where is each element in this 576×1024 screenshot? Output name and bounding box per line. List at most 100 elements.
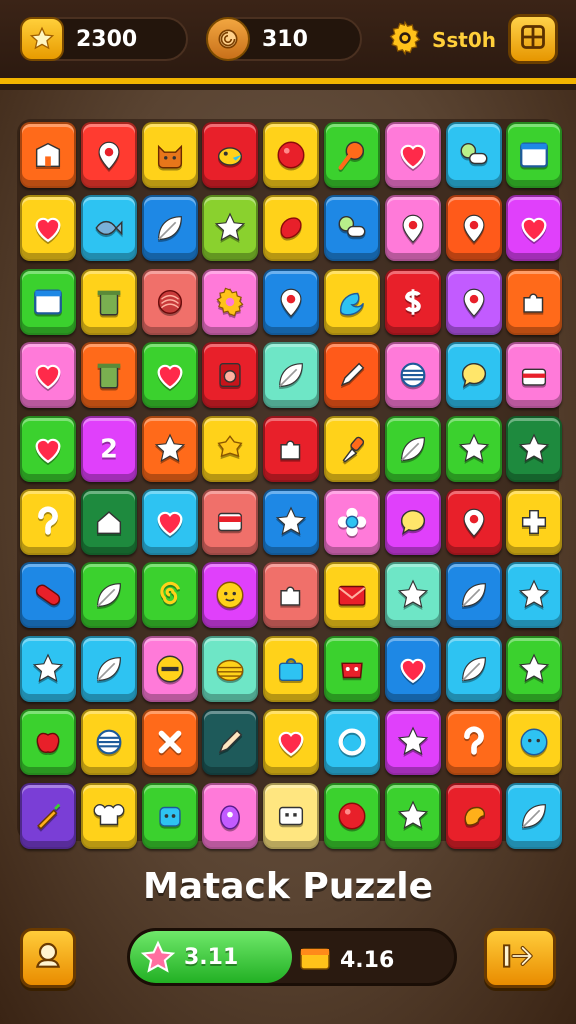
tile[interactable] — [263, 415, 320, 482]
tile[interactable] — [20, 268, 76, 335]
tile[interactable] — [445, 195, 502, 262]
tile[interactable] — [202, 342, 259, 409]
profile-button[interactable] — [20, 928, 76, 988]
tile[interactable] — [202, 782, 259, 849]
tile[interactable] — [445, 782, 502, 849]
timer-value: 4.16 — [340, 947, 395, 973]
tile[interactable] — [20, 342, 76, 409]
tile[interactable] — [263, 122, 320, 188]
tile[interactable] — [141, 415, 198, 482]
tile[interactable] — [506, 782, 563, 849]
tile[interactable] — [80, 488, 137, 555]
tile[interactable] — [384, 488, 441, 555]
tile[interactable] — [80, 342, 137, 409]
tile[interactable] — [323, 635, 380, 702]
tile[interactable] — [141, 709, 198, 776]
tile[interactable] — [80, 268, 137, 335]
tile[interactable] — [263, 782, 320, 849]
bag-icon — [274, 652, 308, 686]
tile[interactable] — [202, 709, 259, 776]
tile[interactable] — [445, 415, 502, 482]
tile[interactable] — [202, 268, 259, 335]
tile[interactable] — [384, 342, 441, 409]
tile[interactable] — [263, 635, 320, 702]
tile[interactable] — [80, 782, 137, 849]
tile[interactable] — [384, 415, 441, 482]
tile[interactable] — [506, 195, 563, 262]
tile[interactable] — [80, 635, 137, 702]
tile[interactable] — [141, 635, 198, 702]
dollar-icon — [396, 285, 430, 319]
tile[interactable] — [141, 488, 198, 555]
tile[interactable] — [20, 488, 76, 555]
tile[interactable] — [141, 342, 198, 409]
tile[interactable] — [323, 342, 380, 409]
tile[interactable] — [263, 342, 320, 409]
tile[interactable] — [384, 782, 441, 849]
tile[interactable] — [384, 562, 441, 629]
tile[interactable] — [323, 122, 380, 188]
tile[interactable] — [141, 562, 198, 629]
tile[interactable] — [263, 562, 320, 629]
tile[interactable] — [323, 562, 380, 629]
menu-button[interactable] — [508, 14, 558, 64]
tile[interactable] — [141, 782, 198, 849]
tile[interactable] — [506, 268, 563, 335]
tile[interactable] — [20, 562, 76, 629]
tile[interactable] — [323, 415, 380, 482]
tile[interactable] — [20, 195, 76, 262]
tile[interactable] — [202, 195, 259, 262]
chef-hat-icon — [92, 799, 126, 833]
gem-counter[interactable]: 310 — [206, 17, 362, 61]
tile[interactable] — [141, 122, 198, 188]
tile[interactable] — [384, 709, 441, 776]
tile[interactable] — [202, 488, 259, 555]
tile[interactable] — [445, 122, 502, 188]
tile[interactable] — [263, 709, 320, 776]
tile[interactable] — [202, 635, 259, 702]
tile[interactable] — [506, 709, 563, 776]
tile[interactable] — [506, 415, 563, 482]
tile[interactable] — [80, 122, 137, 188]
tile[interactable] — [141, 195, 198, 262]
tile[interactable] — [445, 709, 502, 776]
tile[interactable] — [20, 709, 76, 776]
tile[interactable] — [263, 268, 320, 335]
tile[interactable] — [202, 562, 259, 629]
tile[interactable] — [384, 195, 441, 262]
tile[interactable] — [506, 122, 563, 188]
tile[interactable] — [80, 709, 137, 776]
tile[interactable] — [202, 415, 259, 482]
tile[interactable] — [263, 488, 320, 555]
tile[interactable] — [384, 635, 441, 702]
tile[interactable] — [384, 268, 441, 335]
tile[interactable] — [141, 268, 198, 335]
tile[interactable]: 2 — [80, 415, 137, 482]
tile[interactable] — [20, 635, 76, 702]
tile[interactable] — [323, 488, 380, 555]
tile[interactable] — [80, 195, 137, 262]
coin-counter[interactable]: 2300 — [20, 17, 188, 61]
tile[interactable] — [323, 782, 380, 849]
tile[interactable] — [20, 122, 76, 188]
tile[interactable] — [445, 635, 502, 702]
tile[interactable] — [20, 415, 76, 482]
tile[interactable] — [384, 122, 441, 188]
exit-button[interactable] — [484, 928, 556, 988]
tile[interactable] — [80, 562, 137, 629]
tile[interactable] — [202, 122, 259, 188]
tile[interactable] — [263, 195, 320, 262]
tile[interactable] — [506, 562, 563, 629]
tile[interactable] — [445, 562, 502, 629]
tile[interactable] — [445, 488, 502, 555]
tile[interactable] — [323, 709, 380, 776]
tile[interactable] — [506, 635, 563, 702]
tile[interactable] — [323, 195, 380, 262]
tile[interactable] — [506, 342, 563, 409]
tile[interactable] — [445, 342, 502, 409]
settings-counter[interactable]: Sst0h — [386, 18, 496, 62]
tile[interactable] — [323, 268, 380, 335]
tile[interactable] — [445, 268, 502, 335]
tile[interactable] — [20, 782, 76, 849]
tile[interactable] — [506, 488, 563, 555]
